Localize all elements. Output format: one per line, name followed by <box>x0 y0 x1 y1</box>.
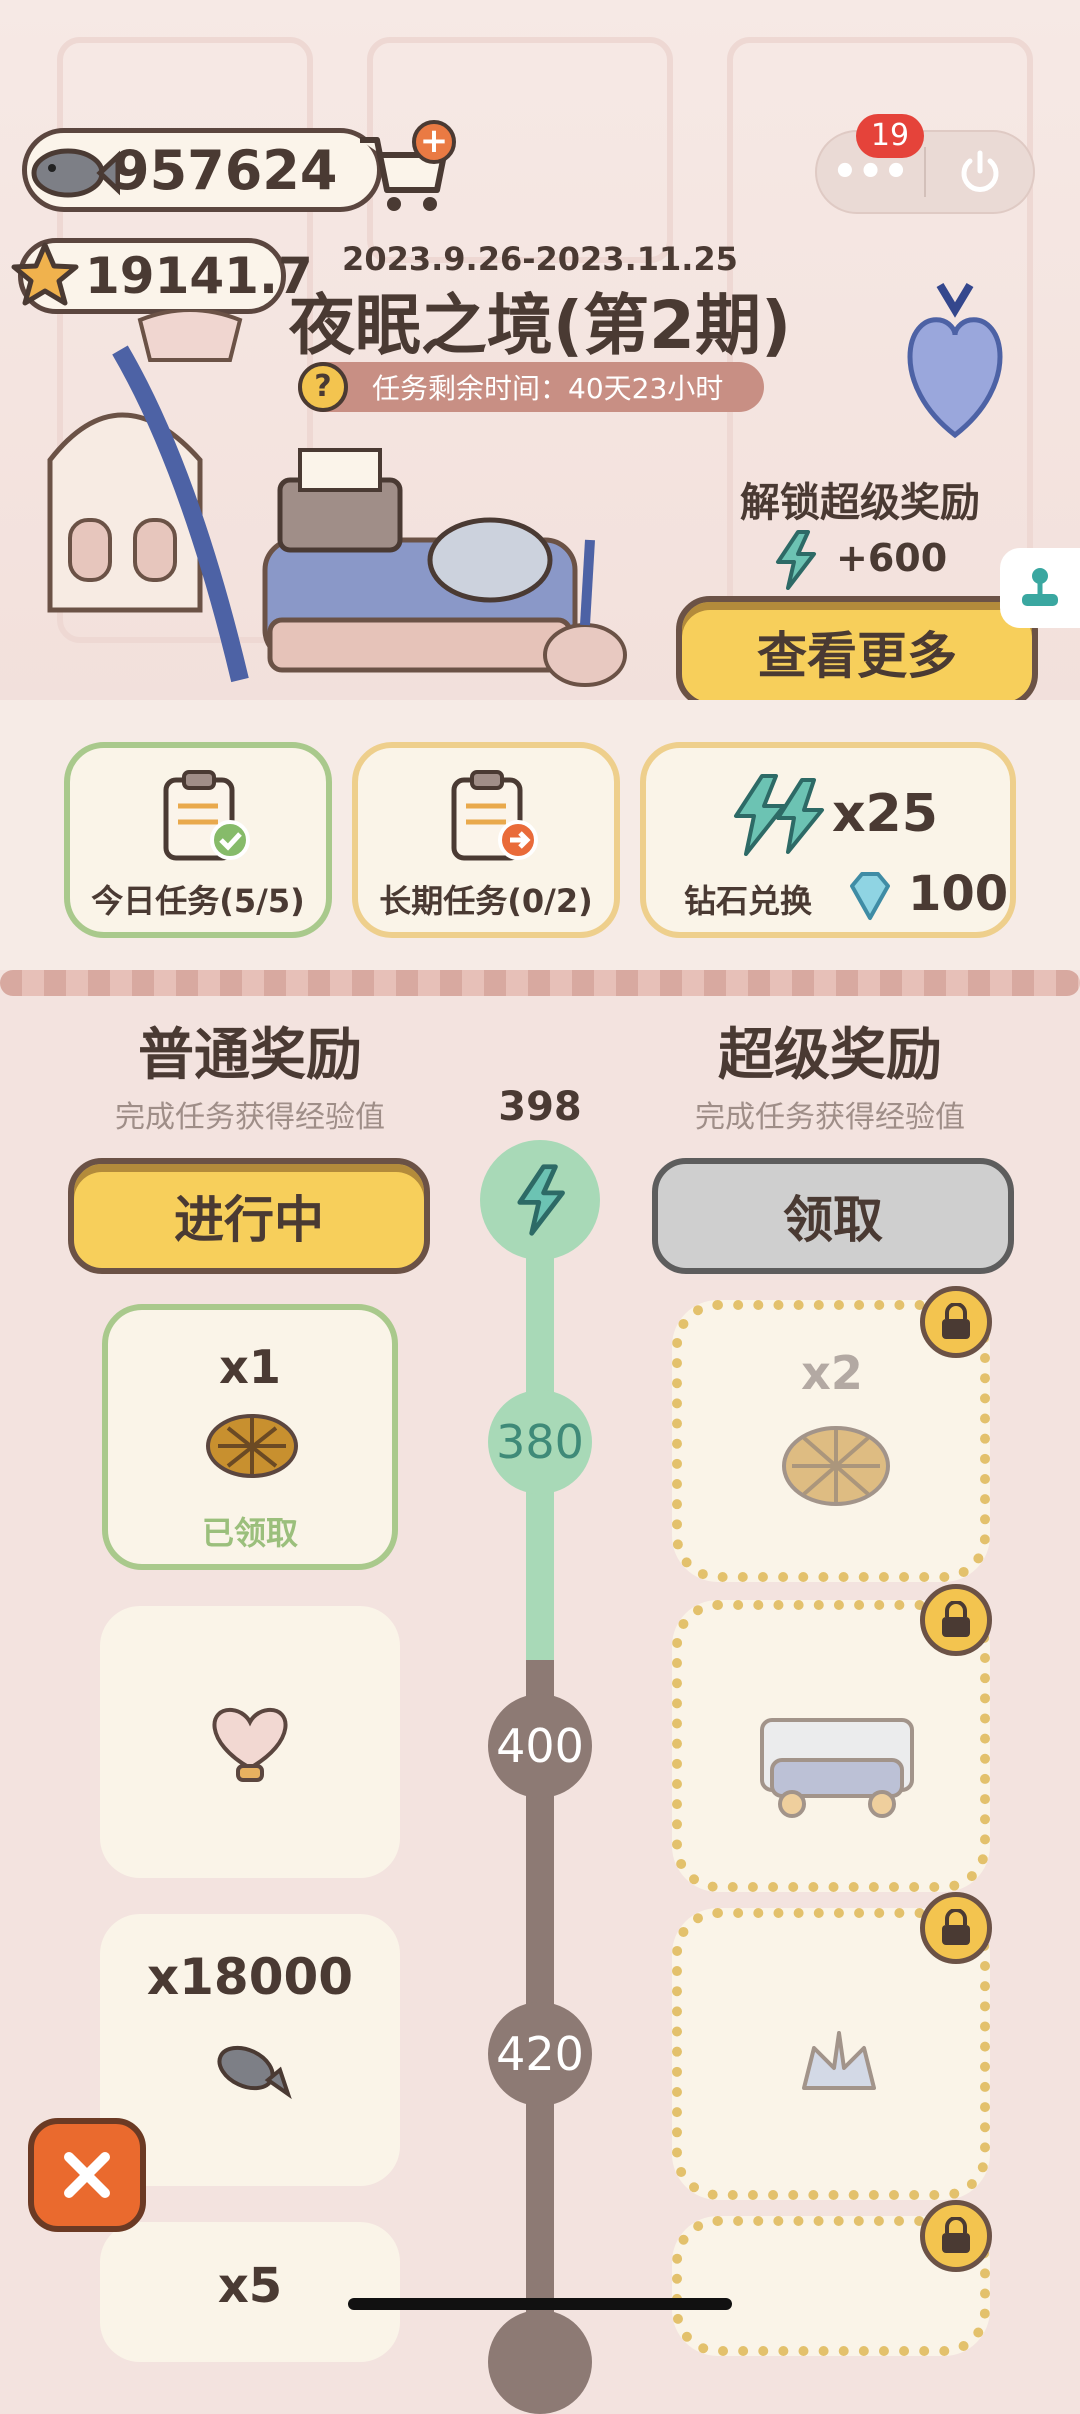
add-icon: + <box>412 120 456 164</box>
bed-furniture-icon <box>760 1718 914 1818</box>
reward-qty: x1 <box>219 1340 281 1394</box>
crystal-icon <box>776 530 816 590</box>
lock-icon <box>920 1892 992 1964</box>
side-float-button[interactable] <box>1000 548 1080 628</box>
level-node-380: 380 <box>488 1390 592 1494</box>
heart-lamp-decoration <box>907 282 1003 439</box>
normal-reward-card[interactable]: x1 已领取 <box>102 1304 398 1570</box>
clipboard-arrow-icon <box>451 770 538 861</box>
crystal-icon <box>517 1164 565 1236</box>
claimed-status: 已领取 <box>201 1514 298 1552</box>
joystick-icon <box>1022 568 1058 606</box>
normal-reward-card[interactable]: x5 <box>100 2222 400 2362</box>
normal-reward-sub: 完成任务获得经验值 <box>115 1100 385 1135</box>
crown-icon <box>802 2031 876 2090</box>
fish-icon <box>31 148 120 198</box>
diamond-exchange-card[interactable]: x25 钻石兑换 100 <box>640 742 1016 938</box>
exchange-qty: x25 <box>832 784 938 844</box>
super-reward-title: 超级奖励 <box>718 1023 942 1088</box>
fish-icon <box>217 2045 292 2100</box>
home-indicator <box>348 2298 732 2310</box>
heart-cushion-icon <box>212 1707 288 1782</box>
exp-crystal-node <box>480 1140 600 1260</box>
rope-divider <box>0 970 1080 996</box>
close-button[interactable] <box>28 2118 146 2232</box>
close-icon <box>64 2152 110 2198</box>
long-task-label: 长期任务(0/2) <box>379 882 593 920</box>
daily-task-card[interactable]: 今日任务(5/5) <box>64 742 332 938</box>
notification-badge: 19 <box>856 114 924 158</box>
bedroom-furniture-illustration <box>47 310 627 687</box>
reward-qty: x2 <box>801 1346 863 1400</box>
level-node-400: 400 <box>488 1694 592 1798</box>
current-exp: 398 <box>498 1084 582 1130</box>
exchange-label: 钻石兑换 <box>684 882 813 920</box>
crystals-icon <box>734 774 824 856</box>
close-app-button[interactable] <box>926 147 1033 197</box>
daily-task-label: 今日任务(5/5) <box>91 882 305 920</box>
view-more-button[interactable]: 查看更多 <box>676 596 1038 708</box>
level-node-next <box>488 2310 592 2414</box>
normal-reward-title: 普通奖励 <box>138 1023 362 1088</box>
diamond-icon <box>850 872 890 920</box>
cat-food-icon <box>206 1414 298 1478</box>
star-icon <box>11 242 79 306</box>
lock-icon <box>920 2200 992 2272</box>
normal-reward-card[interactable] <box>100 1606 400 1878</box>
level-node-420: 420 <box>488 2002 592 2106</box>
super-reward-sub: 完成任务获得经验值 <box>695 1100 965 1135</box>
fish-count: 957624 <box>112 138 338 202</box>
shop-cart-button[interactable]: + <box>352 120 462 220</box>
super-unlock-label: 解锁超级奖励 <box>740 480 980 526</box>
cat-food-icon <box>782 1426 890 1506</box>
clipboard-check-icon <box>163 770 250 861</box>
mini-program-capsule: ••• <box>815 130 1035 214</box>
power-icon <box>961 150 998 192</box>
claim-button[interactable]: 领取 <box>652 1158 1014 1274</box>
in-progress-button[interactable]: 进行中 <box>68 1158 430 1274</box>
reward-qty: x18000 <box>146 1948 354 2006</box>
lock-icon <box>920 1584 992 1656</box>
lock-icon <box>920 1286 992 1358</box>
super-bonus: +600 <box>836 536 948 580</box>
long-task-card[interactable]: 长期任务(0/2) <box>352 742 620 938</box>
exchange-cost: 100 <box>908 866 1009 922</box>
